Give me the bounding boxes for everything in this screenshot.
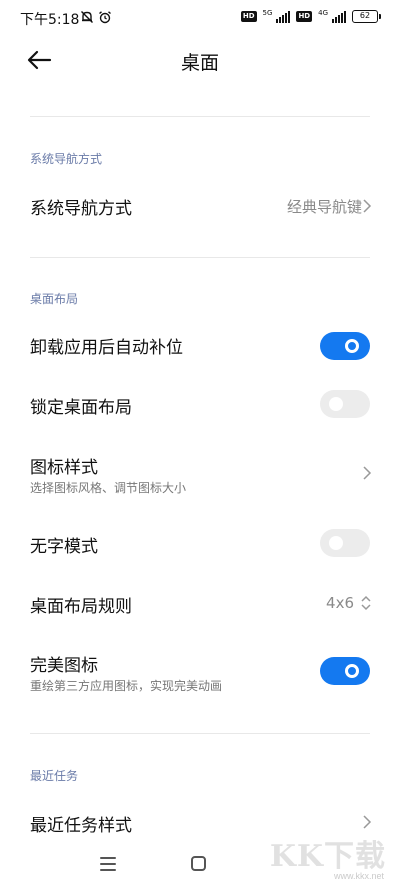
perfect-icons-label: 完美图标 xyxy=(30,656,98,676)
icon-style-label: 图标样式 xyxy=(30,458,98,478)
auto-fill-toggle[interactable] xyxy=(320,332,370,360)
grid-rule-label: 桌面布局规则 xyxy=(30,597,132,617)
perfect-icons-subtitle: 重绘第三方应用图标，实现完美动画 xyxy=(30,679,223,693)
perfect-icons-row[interactable]: 完美图标 重绘第三方应用图标，实现完美动画 xyxy=(0,642,400,702)
watermark-text: KK下载 xyxy=(269,839,386,874)
network-type-2: 4G xyxy=(318,8,328,17)
chevron-right-icon xyxy=(363,199,372,213)
battery-icon: 62 xyxy=(352,10,381,23)
watermark-url: www.kkx.net xyxy=(333,871,384,881)
auto-fill-row[interactable]: 卸载应用后自动补位 xyxy=(0,318,400,374)
hd-badge-2: HD xyxy=(296,11,313,22)
status-time: 下午5:18 xyxy=(20,12,80,28)
network-type-1: 5G xyxy=(262,8,273,17)
mute-bell-icon xyxy=(81,11,93,23)
grid-rule-value: 4x6 xyxy=(326,594,354,612)
home-button[interactable] xyxy=(191,856,206,871)
auto-fill-label: 卸载应用后自动补位 xyxy=(30,338,183,358)
icon-style-row[interactable]: 图标样式 选择图标风格、调节图标大小 xyxy=(0,444,400,504)
hd-badge-1: HD xyxy=(240,11,257,22)
nav-mode-row[interactable]: 系统导航方式 经典导航键 xyxy=(0,180,400,232)
divider xyxy=(30,116,370,117)
signal-icon xyxy=(276,10,291,23)
lock-layout-row[interactable]: 锁定桌面布局 xyxy=(0,378,400,434)
status-right: HD 5G HD 4G 62 xyxy=(240,8,381,23)
status-icons-left xyxy=(80,10,112,24)
recents-style-label: 最近任务样式 xyxy=(30,816,132,836)
page-title: 桌面 xyxy=(180,52,219,74)
chevron-up-down-icon xyxy=(361,595,371,611)
signal-icon-2 xyxy=(332,10,346,23)
header: 桌面 xyxy=(0,36,400,86)
alarm-icon xyxy=(99,11,111,24)
section-title-recents: 最近任务 xyxy=(30,769,79,783)
nav-mode-value: 经典导航键 xyxy=(286,198,362,216)
divider xyxy=(30,257,370,258)
chevron-right-icon xyxy=(363,466,372,480)
no-text-mode-row[interactable]: 无字模式 xyxy=(0,516,400,572)
section-title-layout: 桌面布局 xyxy=(30,292,79,306)
battery-level: 62 xyxy=(359,11,371,20)
watermark: KK下载 www.kkx.net xyxy=(266,831,386,881)
no-text-mode-toggle[interactable] xyxy=(320,529,370,557)
menu-button[interactable] xyxy=(100,857,116,871)
perfect-icons-toggle[interactable] xyxy=(320,657,370,685)
status-bar: 下午5:18 HD 5G HD 4G 62 xyxy=(0,0,400,36)
chevron-right-icon xyxy=(363,815,372,829)
no-text-mode-label: 无字模式 xyxy=(30,537,98,557)
section-title-navigation: 系统导航方式 xyxy=(30,152,103,166)
grid-rule-row[interactable]: 桌面布局规则 4x6 xyxy=(0,576,400,632)
lock-layout-toggle[interactable] xyxy=(320,390,370,418)
divider xyxy=(30,733,370,734)
lock-layout-label: 锁定桌面布局 xyxy=(30,398,132,418)
icon-style-subtitle: 选择图标风格、调节图标大小 xyxy=(30,481,187,495)
nav-mode-label: 系统导航方式 xyxy=(30,199,132,219)
